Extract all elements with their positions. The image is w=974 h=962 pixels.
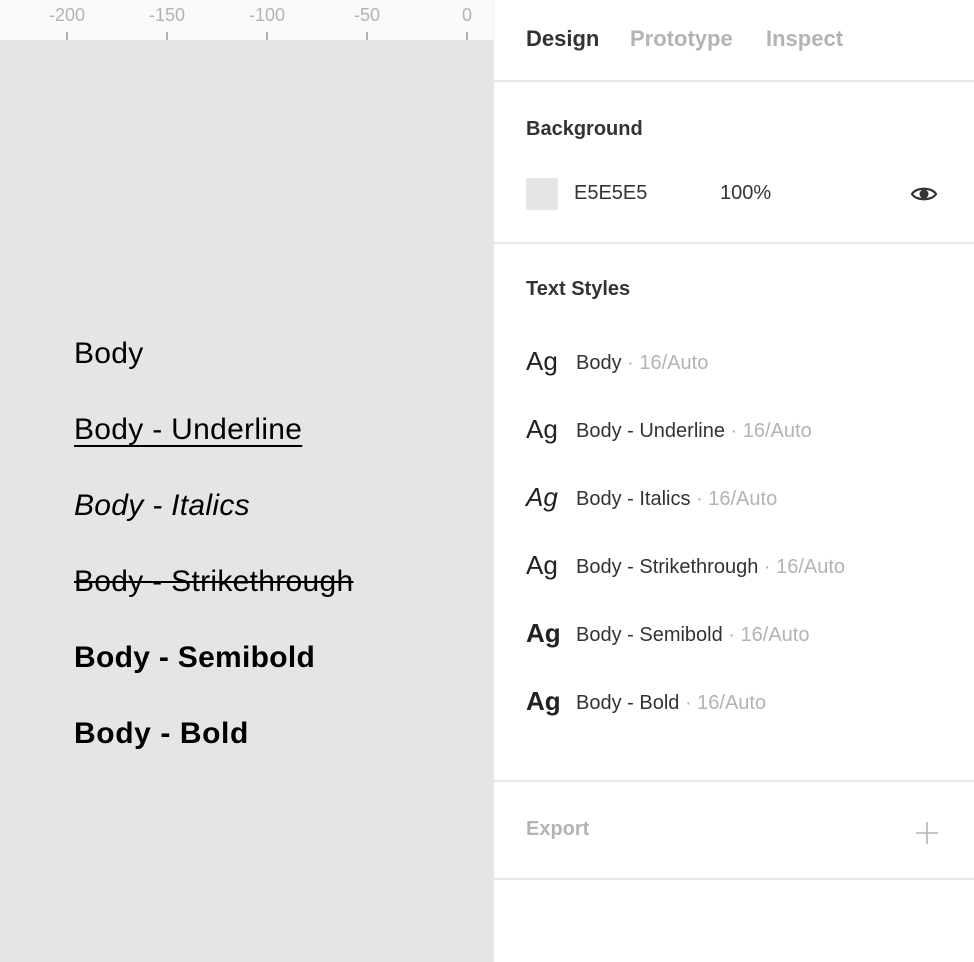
ruler-tick: -50	[337, 0, 397, 40]
text-sample-underline[interactable]: Body - Underline	[74, 412, 302, 448]
text-sample-semibold[interactable]: Body - Semibold	[74, 640, 315, 676]
ruler-tick: -100	[237, 0, 297, 40]
background-section-title: Background	[526, 118, 643, 140]
ruler-tick-label: -100	[248, 5, 286, 25]
ruler-tick-mark	[266, 32, 268, 40]
ruler-tick-mark	[366, 32, 368, 40]
text-style-preview-icon: Ag	[526, 686, 561, 716]
eye-icon[interactable]	[910, 182, 938, 206]
ruler-tick: -200	[37, 0, 97, 40]
ruler-tick-label: 0	[461, 5, 472, 25]
ruler-tick-label: -50	[353, 5, 380, 25]
export-section-title: Export	[526, 818, 590, 840]
text-sample-italics[interactable]: Body - Italics	[74, 488, 250, 524]
text-style-item[interactable]: Ag Body - Underline · 16/Auto	[526, 414, 946, 450]
background-section: Background E5E5E5 100%	[494, 82, 974, 244]
text-style-preview-icon: Ag	[526, 550, 558, 580]
background-fill-row: E5E5E5 100%	[526, 178, 946, 210]
text-styles-section-title: Text Styles	[526, 278, 631, 300]
text-style-name: Body - Semibold	[576, 624, 723, 646]
text-style-meta: · 16/Auto	[679, 692, 767, 714]
tab-design[interactable]: Design	[526, 26, 599, 52]
panel-tabs: Design Prototype Inspect	[494, 0, 974, 82]
canvas[interactable]: -200 -150 -100 -50 0 Body Body - Underli…	[0, 0, 494, 962]
text-sample-strikethrough[interactable]: Body - Strikethrough	[74, 564, 353, 600]
text-style-name: Body - Underline	[576, 420, 725, 442]
ruler-tick: 0	[437, 0, 497, 40]
text-style-item[interactable]: Ag Body - Strikethrough · 16/Auto	[526, 550, 946, 586]
text-style-item[interactable]: Ag Body - Semibold · 16/Auto	[526, 618, 946, 654]
tab-prototype[interactable]: Prototype	[630, 26, 733, 52]
text-style-meta: · 16/Auto	[722, 624, 810, 646]
text-style-meta: · 16/Auto	[690, 488, 778, 510]
export-section: Export	[494, 782, 974, 880]
properties-panel: Design Prototype Inspect Background E5E5…	[494, 0, 974, 962]
horizontal-ruler: -200 -150 -100 -50 0	[0, 0, 494, 40]
ruler-tick-label: -200	[48, 5, 86, 25]
plus-icon[interactable]	[914, 820, 940, 846]
text-style-preview-icon: Ag	[526, 618, 561, 648]
ruler-tick-mark	[466, 32, 468, 40]
ruler-tick-mark	[166, 32, 168, 40]
text-style-meta: · 16/Auto	[758, 556, 846, 578]
text-style-name: Body - Bold	[576, 692, 680, 714]
ruler-tick: -150	[137, 0, 197, 40]
text-style-item[interactable]: Ag Body - Italics · 16/Auto	[526, 482, 946, 518]
text-styles-section: Text Styles Ag Body · 16/Auto Ag Body - …	[494, 244, 974, 782]
text-style-name: Body - Strikethrough	[576, 556, 759, 578]
background-opacity-value[interactable]: 100%	[720, 182, 771, 205]
text-style-item[interactable]: Ag Body - Bold · 16/Auto	[526, 686, 946, 722]
tab-inspect[interactable]: Inspect	[766, 26, 843, 52]
ruler-tick-mark	[66, 32, 68, 40]
background-color-swatch[interactable]	[526, 178, 558, 210]
text-style-meta: · 16/Auto	[621, 352, 709, 374]
text-style-preview-icon: Ag	[526, 414, 558, 444]
text-style-name: Body	[576, 352, 622, 374]
ruler-tick-label: -150	[148, 5, 186, 25]
text-sample-body[interactable]: Body	[74, 336, 144, 372]
background-hex-value[interactable]: E5E5E5	[574, 182, 647, 205]
text-sample-bold[interactable]: Body - Bold	[74, 716, 249, 752]
text-style-preview-icon: Ag	[526, 346, 558, 376]
text-style-name: Body - Italics	[576, 488, 691, 510]
text-style-meta: · 16/Auto	[724, 420, 812, 442]
text-style-preview-icon: Ag	[526, 482, 558, 512]
text-style-item[interactable]: Ag Body · 16/Auto	[526, 346, 946, 382]
